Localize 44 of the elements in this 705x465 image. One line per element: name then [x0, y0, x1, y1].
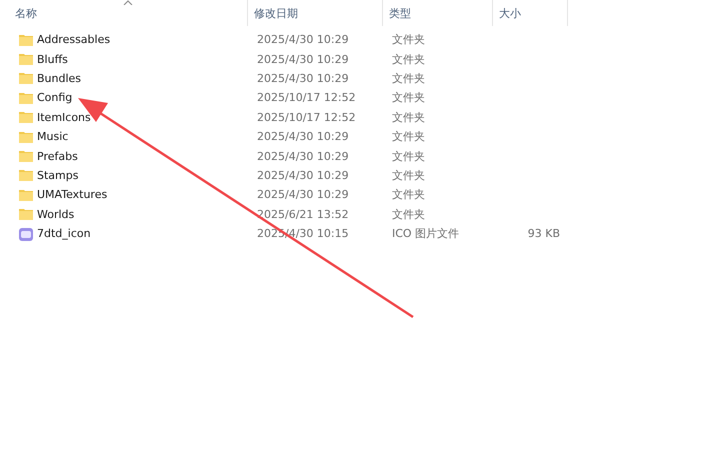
folder-icon — [18, 51, 34, 68]
file-type: 文件夹 — [392, 129, 425, 144]
file-type: 文件夹 — [392, 32, 425, 48]
file-name[interactable]: Prefabs — [37, 150, 78, 163]
file-type: 文件夹 — [392, 168, 425, 183]
column-header[interactable]: 修改日期 — [254, 6, 298, 20]
modified-date: 2025/4/30 10:29 — [257, 188, 349, 202]
image-file-icon — [18, 226, 34, 242]
folder-icon — [18, 70, 34, 86]
modified-date: 2025/4/30 10:29 — [257, 150, 349, 163]
file-name[interactable]: ItemIcons — [37, 110, 91, 124]
file-name[interactable]: Music — [37, 130, 68, 144]
modified-date: 2025/4/30 10:29 — [257, 72, 349, 85]
file-name[interactable]: Worlds — [37, 208, 74, 221]
file-name[interactable]: UMATextures — [37, 188, 108, 202]
modified-date: 2025/10/17 12:52 — [257, 91, 356, 104]
modified-date: 2025/10/17 12:52 — [257, 110, 356, 124]
modified-date: 2025/4/30 10:29 — [257, 130, 349, 144]
file-type: ICO 图片文件 — [392, 226, 460, 242]
folder-icon — [18, 206, 34, 222]
file-type: 文件夹 — [392, 206, 425, 222]
folder-icon — [18, 109, 34, 126]
column-header[interactable]: 名称 — [15, 6, 37, 20]
folder-icon — [18, 148, 34, 164]
file-name[interactable]: Config — [37, 91, 72, 104]
file-size: 93 KB — [528, 227, 560, 240]
column-header[interactable]: 大小 — [499, 6, 521, 20]
file-type: 文件夹 — [392, 187, 425, 202]
file-name[interactable]: Bluffs — [37, 52, 68, 66]
file-type: 文件夹 — [392, 52, 425, 67]
file-type: 文件夹 — [392, 90, 425, 106]
modified-date: 2025/6/21 13:52 — [257, 208, 349, 221]
file-type: 文件夹 — [392, 110, 425, 125]
file-name[interactable]: Addressables — [37, 33, 110, 46]
file-name[interactable]: 7dtd_icon — [37, 227, 91, 240]
column-header[interactable]: 类型 — [389, 6, 411, 20]
modified-date: 2025/4/30 10:29 — [257, 168, 349, 182]
modified-date: 2025/4/30 10:29 — [257, 33, 349, 46]
file-type: 文件夹 — [392, 148, 425, 164]
file-type: 文件夹 — [392, 70, 425, 86]
file-name[interactable]: Stamps — [37, 168, 78, 182]
folder-icon — [18, 167, 34, 184]
file-name[interactable]: Bundles — [37, 72, 82, 85]
modified-date: 2025/4/30 10:29 — [257, 52, 349, 66]
